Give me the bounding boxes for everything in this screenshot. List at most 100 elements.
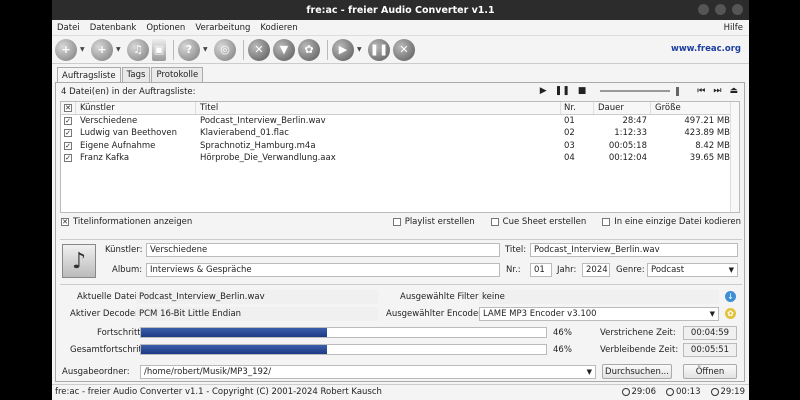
time-remaining: 29:19 [710, 387, 745, 397]
row-checkbox[interactable]: ✓ [61, 141, 76, 151]
column-header-title[interactable]: Titel [196, 102, 561, 114]
checkbox[interactable] [602, 218, 611, 226]
tab-tags[interactable]: Tags [121, 67, 151, 82]
filter-icon[interactable]: ▼ [273, 38, 295, 61]
menu-optionen[interactable]: Optionen [146, 23, 185, 33]
genre-select[interactable]: Podcast ▼ [647, 263, 738, 277]
playlist-toggle[interactable]: Playlist erstellen [392, 217, 475, 227]
column-header-artist[interactable]: Künstler [76, 102, 196, 114]
start-encoding-icon[interactable]: ▶ [332, 38, 354, 61]
add-files-icon[interactable]: + [55, 38, 77, 61]
pause-icon[interactable]: ❚❚ [555, 86, 570, 96]
encoder-select[interactable]: LAME MP3 Encoder v3.100 ▼ [479, 307, 719, 321]
open-button[interactable]: Öffnen [683, 364, 737, 379]
table-row[interactable]: ✓ Ludwig van Beethoven Klavierabend_01.f… [61, 127, 739, 140]
browse-button[interactable]: Durchsuchen... [602, 364, 672, 379]
table-row[interactable]: ✓ Franz Kafka Hörprobe_Die_Verwandlung.a… [61, 152, 739, 165]
checkbox[interactable] [392, 218, 401, 226]
select-all-checkbox[interactable]: ✕ [61, 102, 76, 114]
menu-hilfe[interactable]: Hilfe [724, 23, 743, 33]
close-window-button[interactable] [732, 4, 743, 15]
album-field[interactable]: Interviews & Gespräche [146, 263, 500, 277]
clock-icon [666, 387, 674, 396]
window-title: fre:ac - freier Audio Converter v1.1 [306, 4, 495, 16]
toolbar: + ▼ + ▼ ♫ ▣ ? ▼ ◎ ✕ ▼ ✿ ▶ ▼ ❚❚ ✕ www.freac.o… [52, 36, 749, 64]
row-checkbox[interactable]: ✓ [61, 153, 76, 163]
year-label: Jahr: [557, 265, 577, 275]
tab-bar: Auftragsliste Tags Protokolle [57, 67, 204, 83]
current-file-value: Podcast_Interview_Berlin.wav [136, 290, 378, 304]
cddb-query-icon[interactable]: ? [178, 38, 200, 61]
row-checkbox[interactable]: ✓ [61, 128, 76, 138]
time-selected-value: 00:13 [676, 386, 701, 397]
website-link[interactable]: www.freac.org [671, 44, 741, 54]
title-field[interactable]: Podcast_Interview_Berlin.wav [530, 243, 738, 257]
eject-icon[interactable]: ⏏ [729, 86, 738, 96]
chevron-down-icon: ▼ [728, 266, 734, 274]
pause-encoding-icon[interactable]: ❚❚ [368, 38, 390, 61]
cell-size: 423.89 MB [684, 128, 730, 139]
progress-percent: 46% [553, 328, 572, 338]
output-dir-value: /home/robert/Musik/MP3_192/ [144, 367, 272, 377]
next-track-icon[interactable]: ⏭ [713, 86, 721, 96]
add-cd-icon[interactable]: + [91, 38, 113, 61]
remaining-value: 00:05:51 [683, 343, 737, 357]
config-icon[interactable]: ✿ [298, 38, 320, 61]
progress-bar [140, 327, 547, 338]
tab-protokolle[interactable]: Protokolle [151, 67, 204, 82]
chevron-down-icon[interactable]: ▼ [80, 46, 87, 53]
chevron-down-icon[interactable]: ▼ [116, 46, 123, 53]
nr-label: Nr.: [506, 265, 521, 275]
encoder-config-icon[interactable]: ✿ [725, 308, 736, 319]
minimize-button[interactable] [698, 4, 709, 15]
table-row[interactable]: ✓ Eigene Aufnahme Sprachnotiz_Hamburg.m4… [61, 140, 739, 153]
playback-slider-handle[interactable] [676, 86, 680, 96]
clear-list-icon[interactable]: ▣ [152, 38, 166, 61]
cddb-submit-icon[interactable]: ◎ [214, 38, 236, 61]
menu-verarbeitung[interactable]: Verarbeitung [195, 23, 250, 33]
checkbox[interactable] [490, 218, 499, 226]
tag-editor: ♪ Künstler: Verschiedene Titel: Podcast_… [60, 239, 742, 285]
window-controls [698, 4, 743, 15]
year-field[interactable]: 2024 [582, 263, 610, 277]
status-bar: fre:ac - freier Audio Converter v1.1 - C… [52, 384, 749, 398]
cell-artist: Ludwig van Beethoven [80, 128, 177, 139]
column-header-size[interactable]: Größe [651, 102, 734, 114]
list-scrollbar[interactable] [730, 102, 739, 212]
playlist-icon[interactable]: ♫ [127, 38, 149, 61]
chevron-down-icon[interactable]: ▼ [203, 46, 210, 53]
genre-value: Podcast [651, 265, 685, 275]
cell-size: 497.21 MB [684, 115, 730, 126]
artist-field[interactable]: Verschiedene [146, 243, 500, 257]
cuesheet-toggle[interactable]: Cue Sheet erstellen [490, 217, 586, 227]
single-file-toggle[interactable]: In eine einzige Datei kodieren [602, 217, 741, 227]
cell-duration: 28:47 [622, 115, 648, 126]
column-header-duration[interactable]: Dauer [594, 102, 651, 114]
table-row[interactable]: ✓ Verschiedene Podcast_Interview_Berlin.… [61, 115, 739, 128]
progress-fill [141, 328, 328, 337]
playback-slider[interactable] [600, 90, 671, 92]
joblist-table: ✕ Künstler Titel Nr. Dauer Größe ✓ Versc… [60, 101, 740, 213]
tab-auftragsliste[interactable]: Auftragsliste [57, 67, 121, 83]
play-icon[interactable]: ▶ [540, 86, 547, 96]
time-total-value: 29:06 [631, 386, 657, 397]
previous-track-icon[interactable]: ⏮ [697, 86, 705, 96]
joblist-panel: 4 Datei(en) in der Auftragsliste: ▶ ❚❚ ■… [55, 82, 745, 382]
menu-datei[interactable]: Datei [57, 23, 80, 33]
stop-encoding-icon[interactable]: ✕ [393, 38, 415, 61]
column-header-nr[interactable]: Nr. [561, 102, 594, 114]
row-checkbox[interactable]: ✓ [61, 116, 76, 126]
track-number-field[interactable]: 01 [530, 263, 552, 277]
maximize-button[interactable] [715, 4, 726, 15]
menu-kodieren[interactable]: Kodieren [260, 23, 297, 33]
stop-icon[interactable]: ■ [578, 86, 587, 96]
show-title-info-toggle[interactable]: ✕ Titelinformationen anzeigen [61, 217, 192, 227]
album-label: Album: [112, 265, 143, 275]
output-dir-select[interactable]: /home/robert/Musik/MP3_192/ ▼ [140, 365, 596, 379]
info-icon[interactable]: ↓ [725, 291, 736, 302]
menu-datenbank[interactable]: Datenbank [90, 23, 137, 33]
chevron-down-icon[interactable]: ▼ [357, 46, 364, 53]
checkbox[interactable]: ✕ [61, 218, 69, 226]
output-dir-label: Ausgabeordner: [62, 367, 130, 377]
tools-icon[interactable]: ✕ [248, 38, 270, 61]
